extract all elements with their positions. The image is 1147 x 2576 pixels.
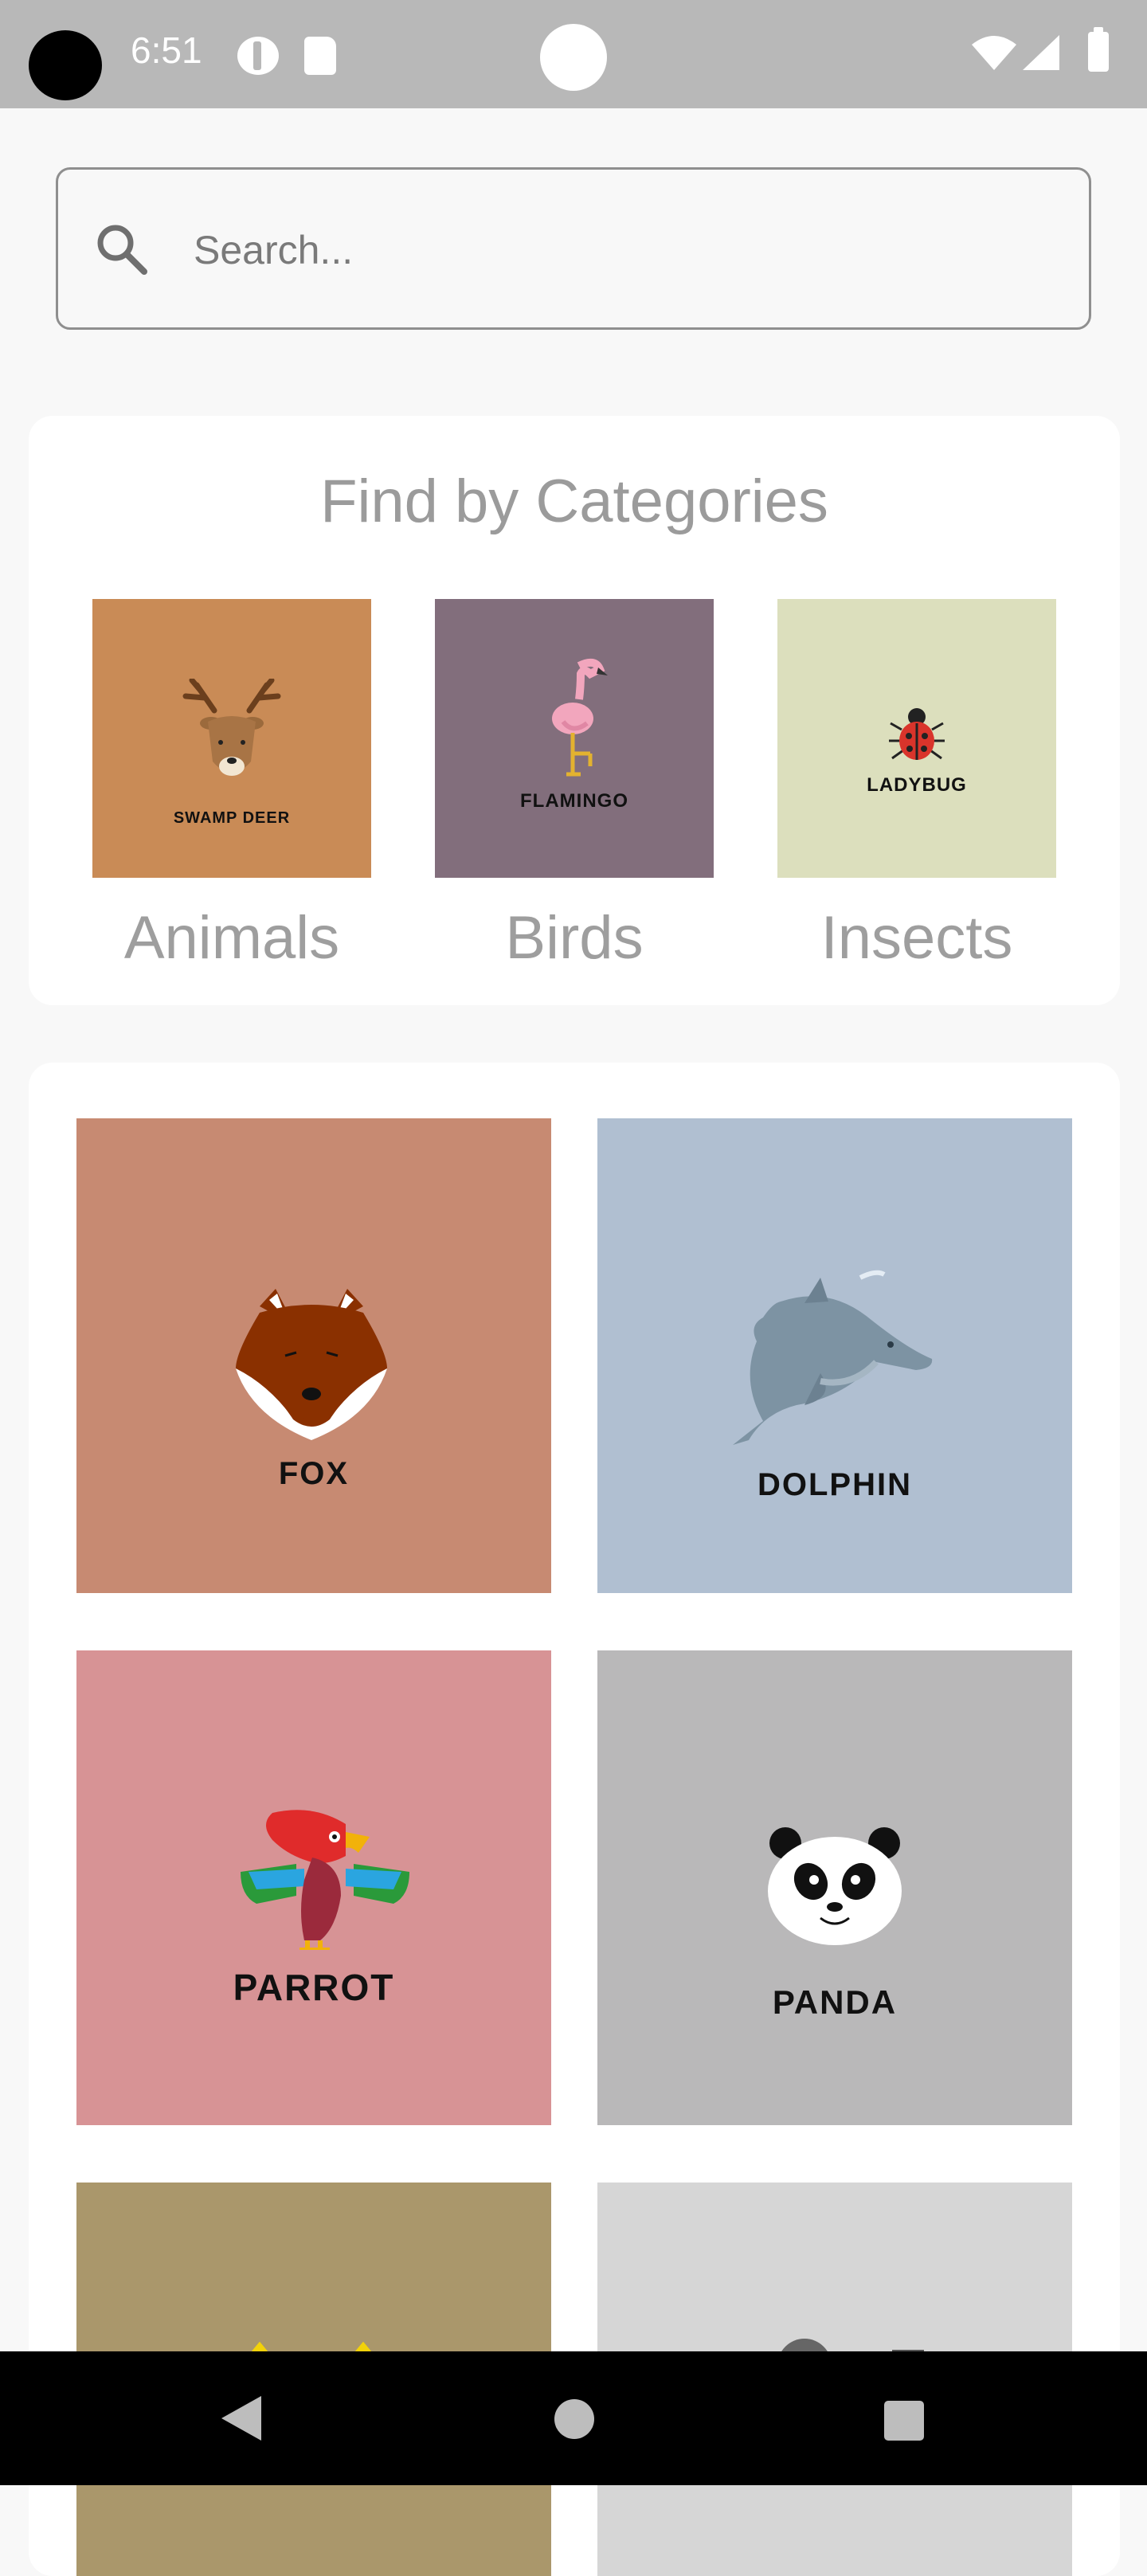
- category-tile-label: FLAMINGO: [520, 790, 628, 812]
- status-bar: 6:51: [0, 0, 1147, 108]
- species-card-parrot[interactable]: PARROT: [76, 1650, 551, 2125]
- category-name: Animals: [123, 904, 340, 972]
- ladybug-icon: [889, 708, 945, 760]
- species-card-fox[interactable]: FOX: [76, 1118, 551, 1593]
- species-card-dolphin[interactable]: DOLPHIN: [597, 1118, 1072, 1593]
- back-icon[interactable]: [218, 2394, 263, 2442]
- flamingo-icon: [552, 658, 608, 777]
- home-icon[interactable]: [554, 2399, 594, 2439]
- category-insects[interactable]: LADYBUG Insects: [777, 599, 1056, 973]
- species-label: PANDA: [772, 1983, 898, 2021]
- category-tile-label: LADYBUG: [867, 774, 967, 796]
- species-label: PARROT: [233, 1967, 395, 2008]
- fox-icon: [236, 1289, 387, 1440]
- signal-icon: [1023, 35, 1059, 70]
- camera-cutout: [29, 30, 102, 100]
- category-animals[interactable]: SWAMP DEER Animals: [92, 599, 371, 973]
- categories-title: Find by Categories: [320, 468, 828, 535]
- category-name: Insects: [820, 904, 1013, 972]
- species-label: FOX: [278, 1456, 350, 1491]
- notification-icon: [237, 37, 279, 75]
- category-tile[interactable]: FLAMINGO: [435, 599, 714, 878]
- category-birds[interactable]: FLAMINGO Birds: [435, 599, 714, 973]
- deer-icon: [182, 679, 281, 776]
- parrot-icon: [241, 1810, 409, 1950]
- wifi-icon: [972, 36, 1016, 70]
- category-name: Birds: [505, 904, 644, 972]
- species-label: DOLPHIN: [757, 1467, 912, 1502]
- search-input[interactable]: [192, 209, 1071, 291]
- panda-icon: [768, 1827, 902, 1945]
- recent-apps-icon[interactable]: [884, 2401, 924, 2441]
- search-box[interactable]: [56, 167, 1091, 330]
- categories-card: Find by Categories SWAMP DEER Animals FL…: [29, 416, 1120, 1005]
- dolphin-icon: [733, 1270, 933, 1445]
- navigation-bar: [0, 2351, 1147, 2485]
- species-grid: FOX DOLPHIN PARROT PANDA: [29, 1063, 1120, 2576]
- category-tile[interactable]: LADYBUG: [777, 599, 1056, 878]
- species-card-panda[interactable]: PANDA: [597, 1650, 1072, 2125]
- sd-card-icon: [304, 37, 336, 75]
- battery-icon: [1088, 27, 1109, 72]
- status-time: 6:51: [131, 29, 202, 71]
- search-icon: [97, 225, 147, 275]
- status-dot: [540, 24, 607, 91]
- category-tile-label: SWAMP DEER: [173, 809, 291, 827]
- category-tile[interactable]: SWAMP DEER: [92, 599, 371, 878]
